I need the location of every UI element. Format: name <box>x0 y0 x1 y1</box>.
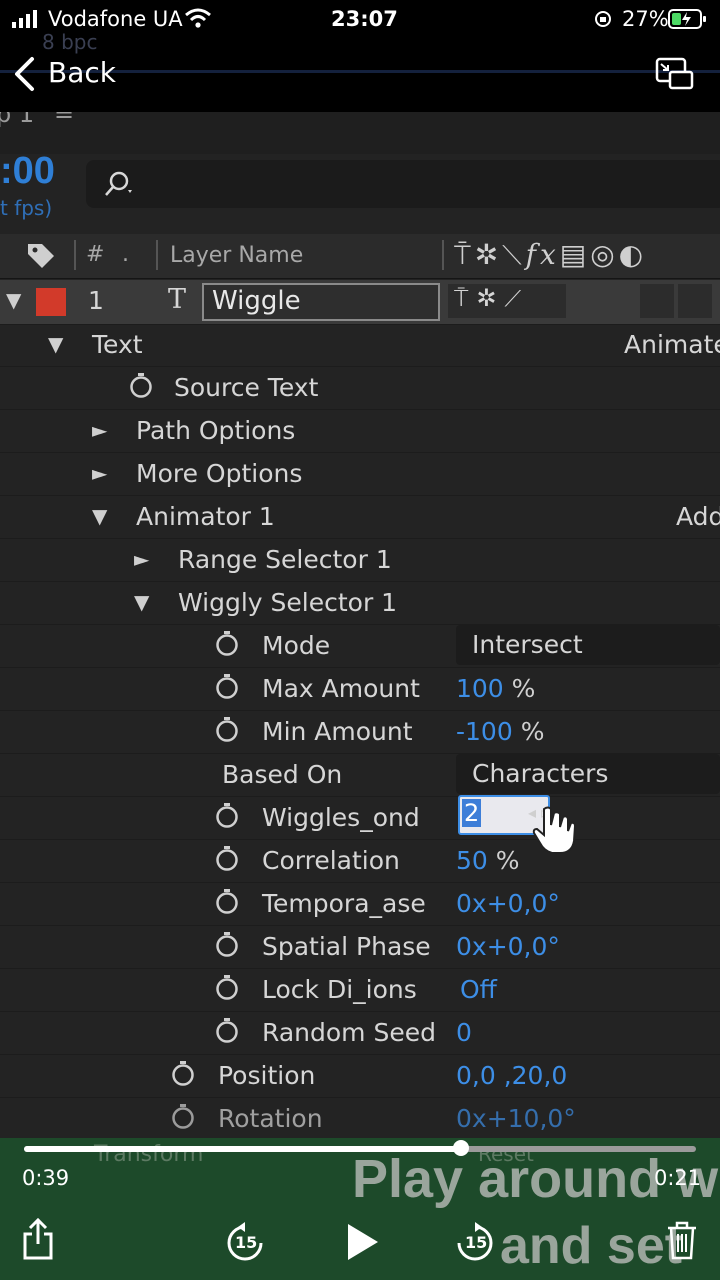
range-selector-row[interactable]: ► Range Selector 1 <box>0 539 720 582</box>
max-amount-value[interactable]: 100 % <box>456 674 535 703</box>
back-chevron-icon <box>15 57 34 91</box>
min-amount-value[interactable]: -100 % <box>456 717 544 746</box>
nav-bar: 8 bpc Back <box>0 30 720 112</box>
layer-name-field[interactable]: Wiggle <box>202 283 440 321</box>
spatial-phase-value[interactable]: 0x+0,0° <box>456 932 560 961</box>
label-tag-icon[interactable] <box>26 242 58 270</box>
layer-column-header: # . Layer Name ⍑✲⟍fx▤◎◐ <box>0 234 720 279</box>
forward-15-button[interactable]: 15 <box>454 1222 496 1264</box>
layer-row[interactable]: ▼ 1 T Wiggle ⍑✲⟋ <box>0 280 720 325</box>
back-button[interactable]: Back <box>10 52 120 96</box>
wiggles-per-second-row[interactable]: Wiggles_ond 2 ◂ ▹ <box>0 795 720 854</box>
text-group-row[interactable]: ▼ Text Animate <box>0 324 720 367</box>
stopwatch-icon[interactable] <box>214 888 240 914</box>
orientation-lock-icon <box>595 11 611 27</box>
search-icon <box>105 171 132 196</box>
panel-menu-icon[interactable]: ≡ <box>54 112 74 126</box>
more-options-row[interactable]: ► More Options <box>0 453 720 496</box>
stopwatch-icon[interactable] <box>214 931 240 957</box>
add-menu-button[interactable]: Add <box>676 502 720 531</box>
layer-expand-toggle[interactable]: ▼ <box>6 288 21 312</box>
rotation-row[interactable]: Rotation 0x+10,0° <box>0 1098 720 1138</box>
mode-row[interactable]: Mode Intersect <box>0 625 720 668</box>
rotation-value[interactable]: 0x+10,0° <box>456 1104 576 1133</box>
layer-search-input[interactable] <box>86 160 720 208</box>
picture-in-picture-icon[interactable] <box>654 56 696 92</box>
min-amount-row[interactable]: Min Amount -100 % <box>0 711 720 754</box>
max-amount-row[interactable]: Max Amount 100 % <box>0 668 720 711</box>
battery-percent: 27% <box>622 7 669 31</box>
stopwatch-icon[interactable] <box>214 630 240 656</box>
correlation-row[interactable]: Correlation 50 % <box>0 840 720 883</box>
number-column-header: # <box>86 242 105 267</box>
status-bar: Vodafone UA 23:07 27% <box>0 0 720 40</box>
elapsed-time: 0:39 <box>22 1166 70 1190</box>
path-options-row[interactable]: ► Path Options <box>0 410 720 453</box>
animator-row[interactable]: ▼ Animator 1 Add <box>0 496 720 539</box>
stopwatch-icon[interactable] <box>170 1060 196 1086</box>
lock-dimensions-row[interactable]: Lock Di_ions Off <box>0 969 720 1012</box>
signal-icon <box>12 10 37 28</box>
stopwatch-icon[interactable] <box>214 716 240 742</box>
play-icon[interactable] <box>344 1222 380 1262</box>
current-timecode[interactable]: :00 <box>0 150 55 193</box>
correlation-value[interactable]: 50 % <box>456 846 520 875</box>
lock-dimensions-value[interactable]: Off <box>460 975 497 1004</box>
stopwatch-icon[interactable] <box>214 1017 240 1043</box>
wifi-icon <box>185 8 211 28</box>
based-on-row[interactable]: Based On Characters <box>0 754 720 797</box>
layer-name-column-header[interactable]: Layer Name <box>170 243 303 268</box>
text-tool-icon: T <box>168 284 187 315</box>
random-seed-row[interactable]: Random Seed 0 <box>0 1012 720 1055</box>
temporal-phase-value[interactable]: 0x+0,0° <box>456 889 560 918</box>
progress-scrubber[interactable] <box>452 1140 469 1156</box>
layer-number: 1 <box>88 286 104 315</box>
stopwatch-icon[interactable] <box>214 802 240 828</box>
position-value[interactable]: 0,0 ,20,0 <box>456 1061 567 1090</box>
bit-depth-label: 8 bpc <box>42 30 98 54</box>
stopwatch-icon[interactable] <box>128 372 154 398</box>
spatial-phase-row[interactable]: Spatial Phase 0x+0,0° <box>0 926 720 969</box>
temporal-phase-row[interactable]: Tempora_ase 0x+0,0° <box>0 883 720 926</box>
stopwatch-icon[interactable] <box>170 1103 196 1129</box>
stopwatch-icon[interactable] <box>214 974 240 1000</box>
clock: 23:07 <box>331 7 398 31</box>
carrier-label: Vodafone UA <box>48 7 183 31</box>
based-on-dropdown[interactable]: Characters <box>456 754 720 794</box>
random-seed-value[interactable]: 0 <box>456 1018 472 1047</box>
layer-switches[interactable]: ⍑✲⟋ <box>448 284 566 318</box>
fps-label: t fps) <box>0 196 53 220</box>
animate-menu-button[interactable]: Animate <box>624 330 720 359</box>
remaining-time: 0:21 <box>654 1166 702 1190</box>
battery-icon <box>668 9 706 29</box>
stopwatch-icon[interactable] <box>214 845 240 871</box>
comp-tab-bar: p 1 ≡ <box>0 112 720 154</box>
position-row[interactable]: Position 0,0 ,20,0 <box>0 1055 720 1098</box>
switches-column-icons: ⍑✲⟍fx▤◎◐ <box>454 238 648 271</box>
progress-fill <box>24 1146 461 1152</box>
source-text-row[interactable]: Source Text <box>0 367 720 410</box>
share-icon[interactable] <box>22 1218 54 1260</box>
wiggly-selector-row[interactable]: ▼ Wiggly Selector 1 <box>0 582 720 625</box>
back-label: Back <box>48 56 116 89</box>
stopwatch-icon[interactable] <box>214 673 240 699</box>
trash-icon[interactable] <box>666 1220 698 1260</box>
mode-dropdown[interactable]: Intersect <box>456 625 720 665</box>
rewind-15-button[interactable]: 15 <box>224 1222 266 1264</box>
layer-label-color[interactable] <box>36 288 66 316</box>
timeline-panel: p 1 ≡ :00 t fps) # . Layer Name ⍑✲⟍fx▤◎◐… <box>0 112 720 1138</box>
comp-tab[interactable]: p 1 <box>0 112 34 128</box>
